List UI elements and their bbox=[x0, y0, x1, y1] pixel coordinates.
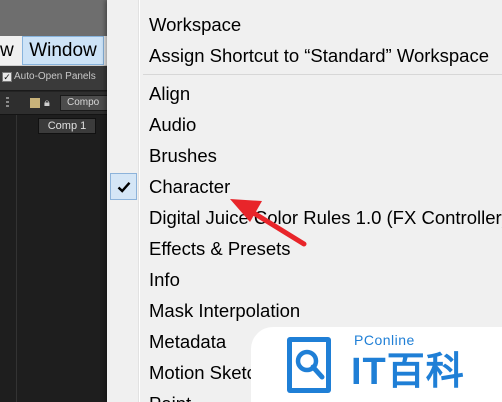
pconline-logo-icon bbox=[287, 337, 331, 393]
watermark-brand: PConline bbox=[354, 332, 415, 348]
watermark-title: IT百科 bbox=[351, 351, 465, 393]
pconline-watermark: PConline IT百科 bbox=[251, 327, 502, 402]
